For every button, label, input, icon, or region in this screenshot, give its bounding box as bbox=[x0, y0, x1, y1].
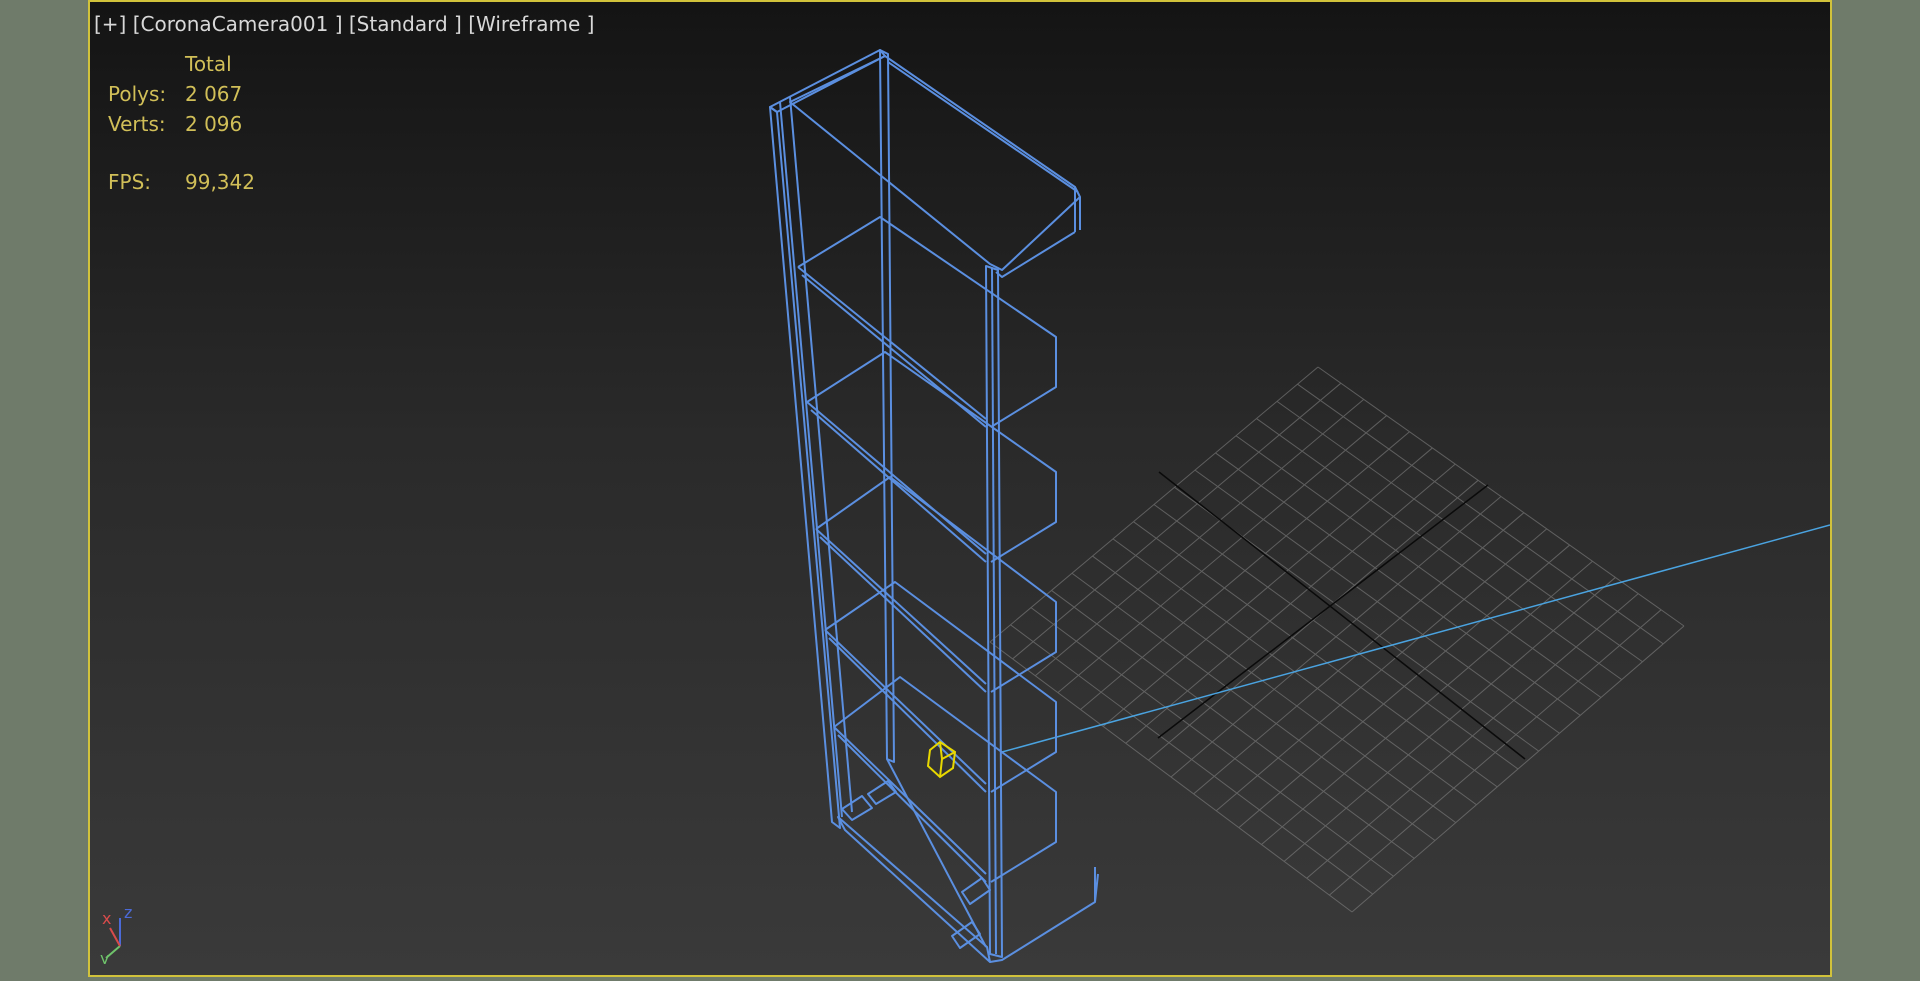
axis-y-label: y bbox=[100, 949, 109, 964]
viewport-menu-button[interactable]: [+] bbox=[94, 12, 126, 36]
standard-menu-button[interactable]: [Standard ] bbox=[349, 12, 462, 36]
home-grid bbox=[989, 366, 1685, 913]
polys-value: 2 067 bbox=[185, 82, 243, 106]
verts-value: 2 096 bbox=[185, 112, 243, 136]
bookshelf-wireframe[interactable] bbox=[769, 49, 1099, 963]
stats-header: Total bbox=[185, 52, 232, 76]
shading-menu-button[interactable]: [Wireframe ] bbox=[468, 12, 594, 36]
fps-value: 99,342 bbox=[185, 170, 255, 194]
camera-target-line[interactable] bbox=[1001, 524, 1830, 753]
fps-label: FPS: bbox=[108, 170, 151, 194]
axis-x-label: x bbox=[102, 909, 111, 928]
axis-z-label: z bbox=[124, 904, 132, 922]
viewport-scene[interactable] bbox=[90, 2, 1830, 975]
grid-axis-lines bbox=[1157, 471, 1526, 760]
camera-menu-button[interactable]: [CoronaCamera001 ] bbox=[133, 12, 343, 36]
viewport-label[interactable]: [+] [CoronaCamera001 ] [Standard ] [Wire… bbox=[94, 12, 594, 36]
polys-label: Polys: bbox=[108, 82, 167, 106]
right-panel bbox=[1832, 0, 1920, 981]
verts-label: Verts: bbox=[108, 112, 166, 136]
left-panel bbox=[0, 0, 88, 981]
corona-camera-icon[interactable] bbox=[926, 740, 957, 779]
perspective-viewport[interactable]: [+] [CoronaCamera001 ] [Standard ] [Wire… bbox=[88, 0, 1832, 977]
axis-gizmo-icon: x z y bbox=[100, 904, 132, 964]
